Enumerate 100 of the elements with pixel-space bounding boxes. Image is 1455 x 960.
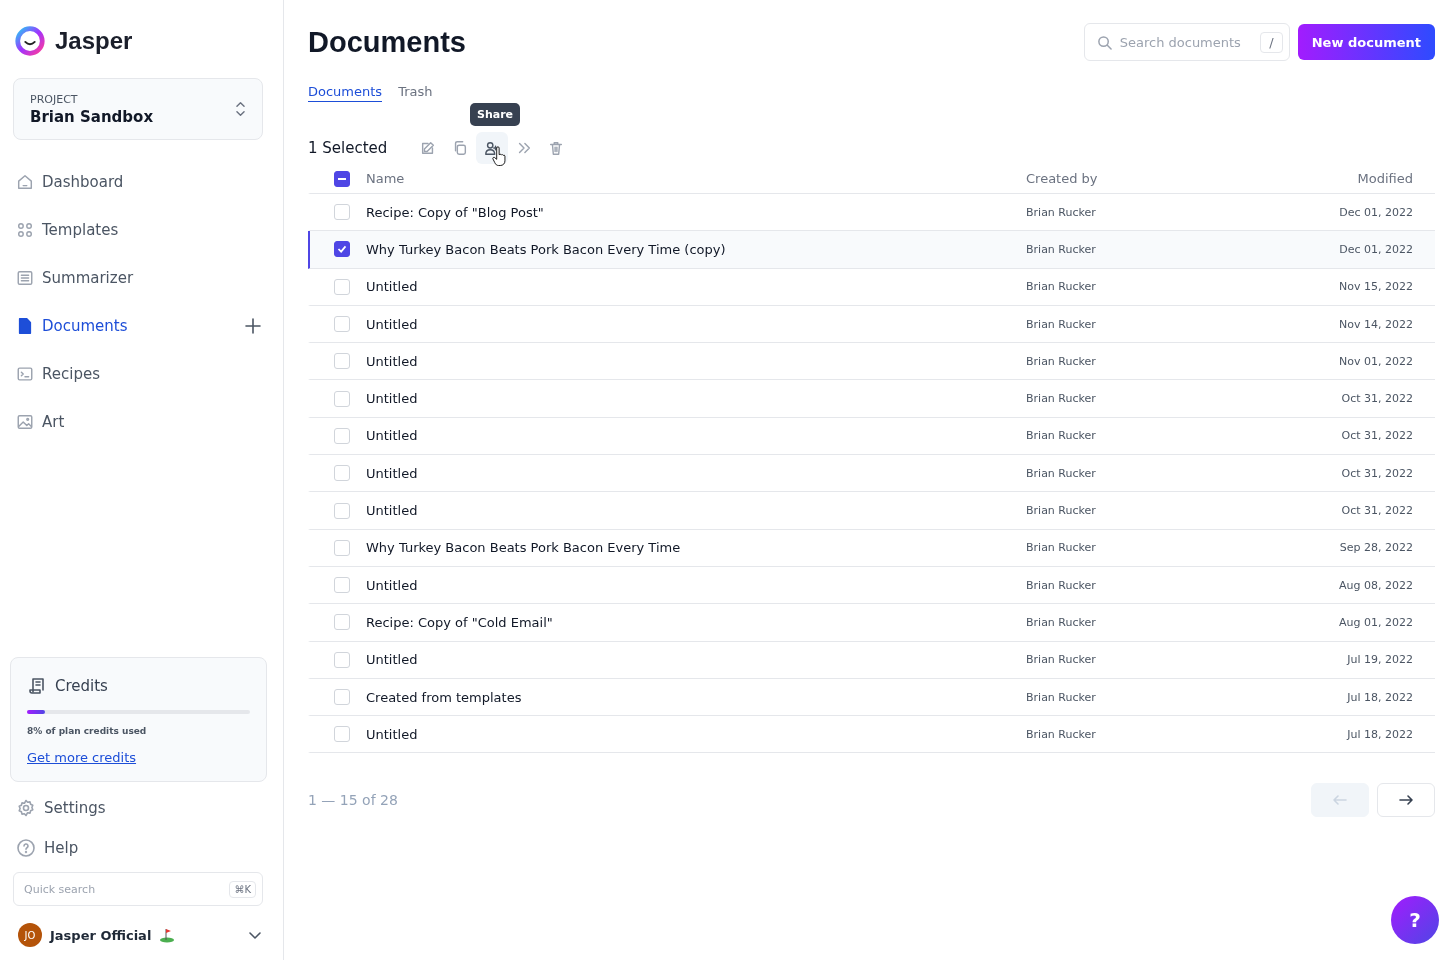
table-cell-text: Jul 18, 2022 — [1345, 727, 1414, 741]
table-cell-text: Nov 15, 2022 — [1338, 280, 1414, 294]
table-cell-text: Brian Rucker — [1026, 242, 1097, 256]
table-cell-text: Brian Rucker — [1026, 690, 1097, 704]
credits-title: Credits — [55, 677, 108, 695]
table-cell-text: Brian Rucker — [1026, 429, 1097, 443]
document-name[interactable]: Untitled — [366, 353, 1026, 369]
plus-icon[interactable] — [245, 318, 261, 334]
tooltip: Share — [470, 103, 521, 126]
column-header[interactable]: Created by — [1026, 171, 1226, 186]
selection-count: 1 Selected — [308, 139, 389, 157]
table-row[interactable]: Untitled Brian Rucker Nov 15, 2022 — [308, 268, 1435, 306]
quick-search-input[interactable]: Quick search — [22, 881, 230, 897]
document-name[interactable]: Untitled — [366, 391, 1026, 407]
nav-item[interactable]: Recipes — [16, 360, 273, 388]
document-name[interactable]: Created from templates — [366, 689, 1026, 705]
document-name[interactable]: Recipe: Copy of "Blog Post" — [366, 204, 1026, 220]
brand-name: Jasper — [55, 27, 133, 55]
list-icon — [16, 269, 34, 287]
next-page-button[interactable] — [1377, 783, 1435, 818]
search-field[interactable]: Search documents / — [1083, 23, 1290, 61]
column-header[interactable]: Modified — [1226, 171, 1435, 186]
table-cell-text: Brian Rucker — [1026, 354, 1097, 368]
chevron-up-down-icon — [235, 101, 246, 117]
table-cell-text: Brian Rucker — [1026, 317, 1097, 331]
nav-item[interactable]: Help — [13, 834, 273, 862]
table-cell-text: Dec 01, 2022 — [1338, 242, 1414, 256]
search-icon — [1096, 34, 1112, 50]
home-icon — [16, 173, 34, 191]
scroll-icon — [27, 676, 47, 696]
project-switcher[interactable]: PROJECT Brian Sandbox — [13, 78, 263, 140]
document-icon — [16, 317, 34, 335]
table-cell-text: Oct 31, 2022 — [1340, 466, 1414, 480]
table-row[interactable]: Untitled Brian Rucker Jul 19, 2022 — [308, 641, 1435, 679]
table-row[interactable]: Untitled Brian Rucker Jul 18, 2022 — [308, 716, 1435, 754]
page-title: Documents — [308, 25, 466, 59]
column-header[interactable]: Name — [366, 171, 1026, 186]
document-name[interactable]: Why Turkey Bacon Beats Pork Bacon Every Time — [366, 540, 1026, 556]
table-cell-text: Aug 08, 2022 — [1338, 578, 1414, 592]
table-row[interactable]: Untitled Brian Rucker Oct 31, 2022 — [308, 380, 1435, 418]
settings-icon — [16, 798, 36, 818]
document-name[interactable]: Untitled — [366, 577, 1026, 593]
new-document-button[interactable]: New document — [1297, 24, 1435, 60]
table-cell-text: Brian Rucker — [1026, 541, 1097, 555]
document-name[interactable]: Untitled — [366, 279, 1026, 295]
user-name: Jasper Official — [50, 927, 152, 943]
document-name[interactable]: Untitled — [366, 503, 1026, 518]
document-name[interactable]: Untitled — [366, 465, 1026, 481]
quick-search-field[interactable]: Quick search ⌘K — [13, 872, 263, 906]
get-credits-link[interactable]: Get more credits — [27, 750, 250, 765]
table-cell-text: Brian Rucker — [1026, 280, 1097, 294]
table-row[interactable]: Why Turkey Bacon Beats Pork Bacon Every Time Brian Rucker Sep 28, 2022 — [308, 529, 1435, 567]
table-row[interactable]: Why Turkey Bacon Beats Pork Bacon Every Time (copy) Brian Rucker Dec 01, 2022 — [308, 231, 1435, 269]
logo-icon — [13, 24, 47, 58]
table-cell-text: Brian Rucker — [1026, 392, 1097, 406]
table-cell-text: Jul 19, 2022 — [1345, 653, 1414, 667]
table-cell-text: Sep 28, 2022 — [1338, 541, 1414, 555]
table-row[interactable]: Untitled Brian Rucker Oct 31, 2022 — [308, 492, 1435, 530]
nav-item[interactable]: Dashboard — [16, 168, 273, 196]
shortcut-key: ⌘K — [229, 880, 256, 898]
tab[interactable]: Trash — [398, 84, 433, 102]
table-row[interactable]: Untitled Brian Rucker Oct 31, 2022 — [308, 455, 1435, 493]
table-cell-text: Dec 01, 2022 — [1338, 205, 1414, 219]
document-name[interactable]: Untitled — [366, 726, 1026, 742]
nav-item[interactable]: Settings — [13, 794, 273, 822]
table-row[interactable]: Untitled Brian Rucker Nov 01, 2022 — [308, 343, 1435, 381]
row-checkbox[interactable] — [334, 241, 350, 258]
document-name[interactable]: Untitled — [366, 428, 1026, 444]
table-cell-text: Oct 31, 2022 — [1340, 392, 1414, 406]
nav-item[interactable]: Templates — [16, 216, 273, 244]
nav-item[interactable]: Documents — [16, 312, 273, 340]
table-row[interactable]: Untitled Brian Rucker Nov 14, 2022 — [308, 305, 1435, 344]
table-cell-text: Brian Rucker — [1026, 466, 1097, 480]
table-row[interactable]: Created from templates Brian Rucker Jul 18, 2022 — [308, 678, 1435, 717]
table-row[interactable]: Untitled Brian Rucker Oct 31, 2022 — [308, 417, 1435, 456]
document-name[interactable]: Untitled — [366, 316, 1026, 332]
user-menu[interactable]: JO Jasper Official — [13, 920, 273, 950]
credits-caption: 8% of plan credits used — [27, 726, 148, 736]
table-cell-text: Brian Rucker — [1026, 727, 1097, 741]
table-cell-text: Nov 01, 2022 — [1338, 354, 1414, 368]
document-name[interactable]: Untitled — [366, 652, 1026, 668]
table-cell-text: Brian Rucker — [1026, 653, 1097, 667]
project-label: PROJECT — [30, 92, 79, 106]
tab[interactable]: Documents — [308, 84, 383, 102]
table-cell-text: Brian Rucker — [1026, 615, 1097, 629]
table-cell-text: Brian Rucker — [1026, 205, 1097, 219]
select-all-checkbox[interactable] — [334, 170, 350, 187]
minus-icon — [338, 177, 346, 180]
table-cell-text: Jul 18, 2022 — [1345, 690, 1414, 704]
avatar: JO — [18, 923, 42, 947]
table-row[interactable]: Untitled Brian Rucker Aug 08, 2022 — [308, 566, 1435, 605]
document-name[interactable]: Recipe: Copy of "Cold Email" — [366, 614, 1026, 630]
table-cell-text: Aug 01, 2022 — [1338, 615, 1414, 629]
help-button[interactable]: ? — [1391, 896, 1439, 944]
table-cell-text: Nov 14, 2022 — [1338, 317, 1414, 331]
nav-item[interactable]: Summarizer — [16, 264, 273, 292]
nav-item[interactable]: Art — [16, 408, 273, 436]
document-name[interactable]: Why Turkey Bacon Beats Pork Bacon Every Time (copy) — [366, 241, 1026, 257]
golf-flag-icon — [159, 927, 176, 943]
table-row[interactable]: Recipe: Copy of "Cold Email" Brian Rucker Aug 01, 2022 — [308, 604, 1435, 642]
